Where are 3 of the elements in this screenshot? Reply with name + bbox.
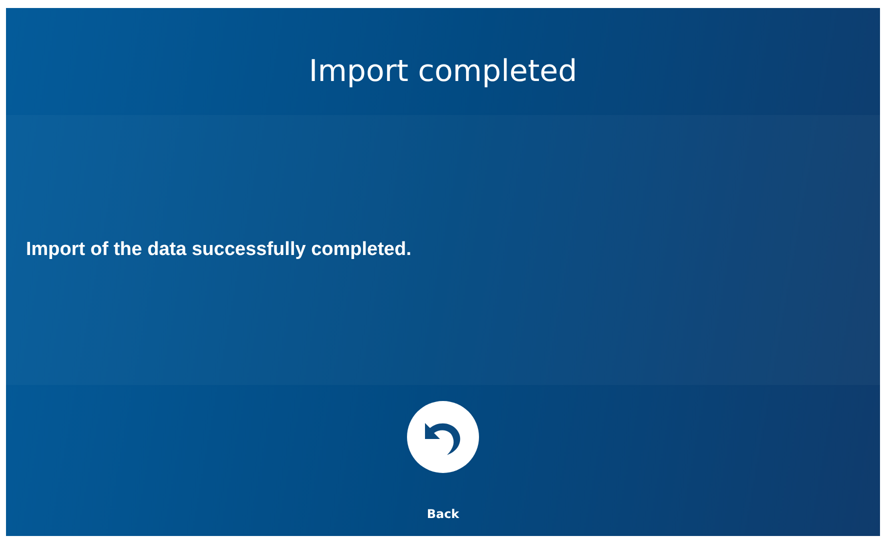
message-text: Import of the data successfully completed. <box>26 239 412 261</box>
screen-title: Import completed <box>308 53 578 91</box>
back-button[interactable]: Back <box>407 401 479 521</box>
